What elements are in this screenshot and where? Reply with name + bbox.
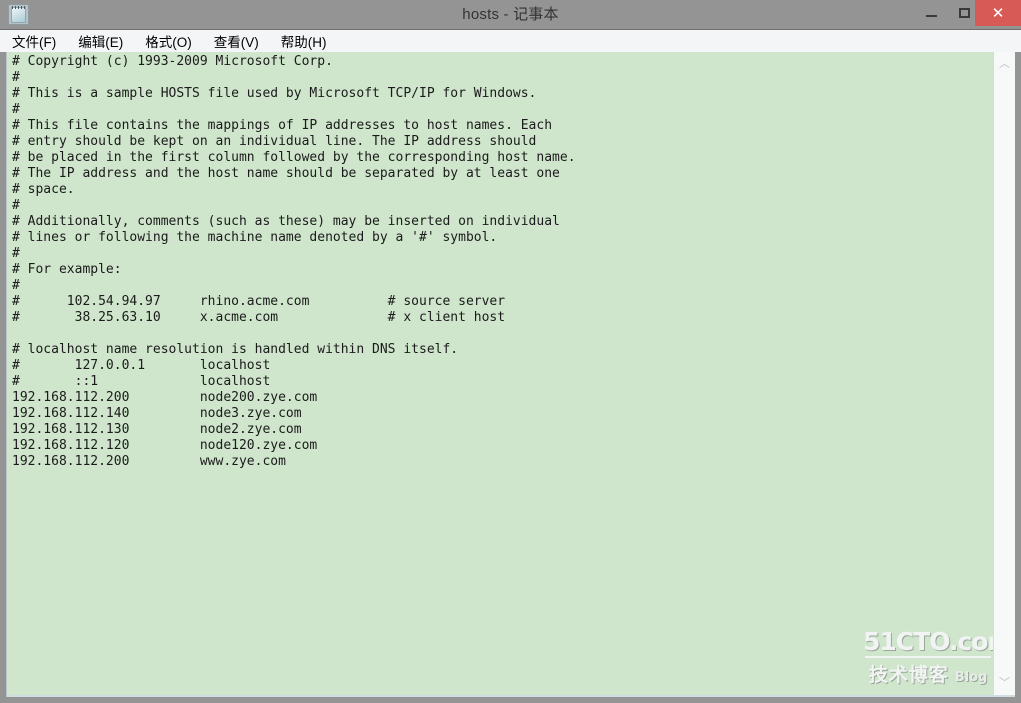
scroll-up-icon[interactable]: ︿ (994, 54, 1015, 74)
notepad-icon (8, 4, 29, 25)
menu-help[interactable]: 帮助(H) (281, 31, 327, 51)
menu-bar: 文件(F) 编辑(E) 格式(O) 查看(V) 帮助(H) (0, 29, 1021, 52)
notepad-icon-spiral (12, 6, 25, 9)
scroll-down-icon[interactable]: ﹀ (994, 673, 1015, 693)
menu-file[interactable]: 文件(F) (12, 31, 56, 51)
watermark: 51CTO.com 技术博客 Blog (863, 627, 1013, 687)
menu-view[interactable]: 查看(V) (214, 31, 259, 51)
watermark-subtitle-cn: 技术博客 (868, 664, 949, 686)
watermark-subtitle-en: Blog (954, 670, 988, 685)
close-button[interactable]: ✕ (975, 0, 1021, 26)
notepad-window: hosts - 记事本 ✕ 文件(F) 编辑(E) 格式(O) 查看(V) 帮助… (0, 0, 1021, 703)
menu-format[interactable]: 格式(O) (145, 31, 192, 51)
watermark-site: 51CTO.com (863, 627, 1013, 656)
hosts-file-text[interactable]: # Copyright (c) 1993-2009 Microsoft Corp… (12, 54, 977, 470)
menu-edit[interactable]: 编辑(E) (78, 31, 123, 51)
notepad-icon-page (11, 7, 26, 23)
window-title: hosts - 记事本 (462, 6, 559, 23)
minimize-button[interactable] (915, 0, 948, 26)
vertical-scrollbar[interactable]: ︿ ﹀ (993, 52, 1015, 697)
watermark-subtitle-row: 技术博客 Blog (863, 660, 993, 687)
close-icon: ✕ (991, 5, 1005, 22)
minimize-icon (915, 0, 948, 26)
title-bar[interactable]: hosts - 记事本 ✕ (0, 0, 1021, 29)
text-editor-area[interactable]: # Copyright (c) 1993-2009 Microsoft Corp… (6, 52, 1015, 697)
watermark-rule (865, 656, 991, 658)
